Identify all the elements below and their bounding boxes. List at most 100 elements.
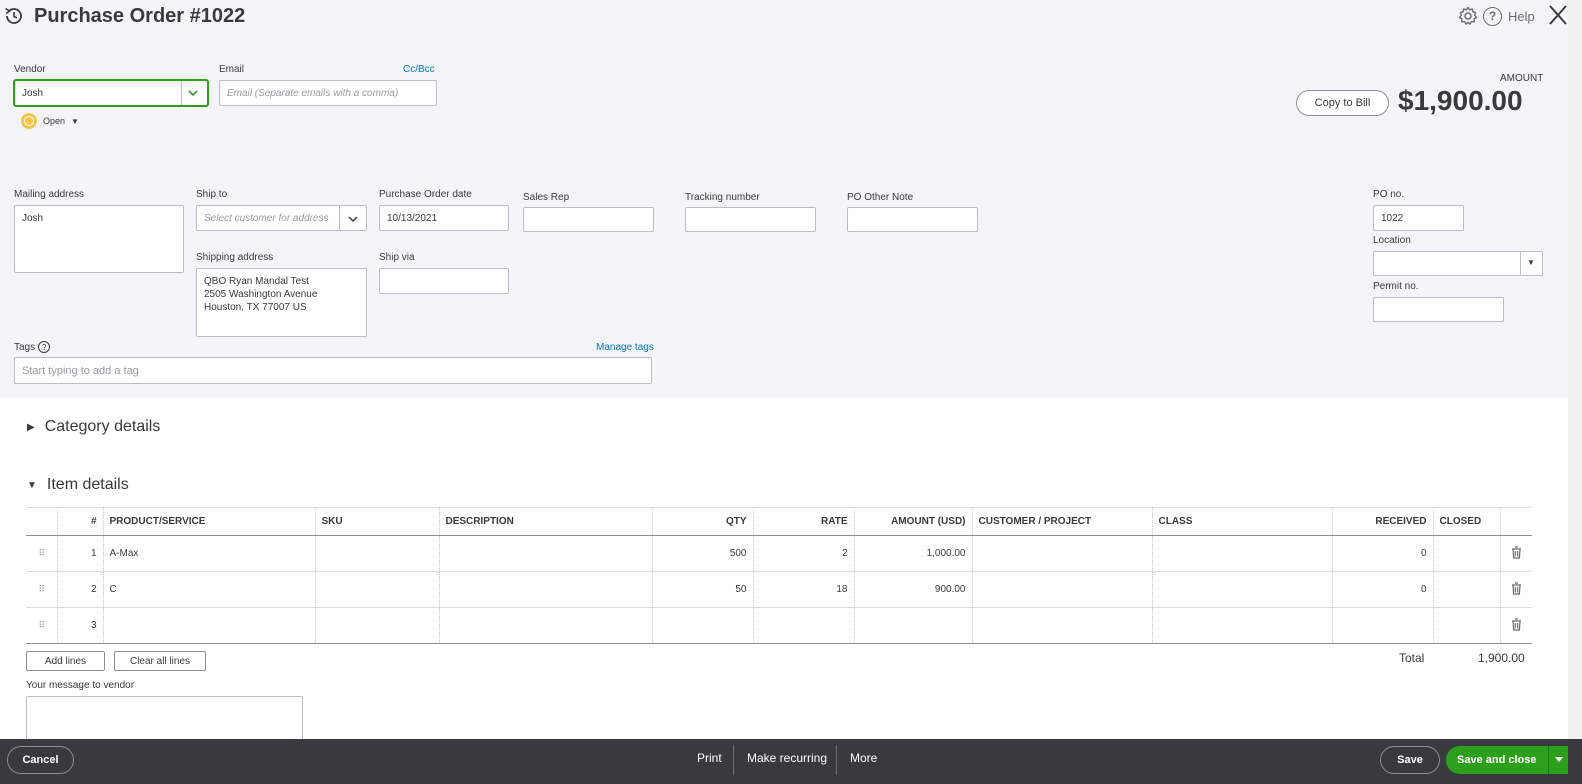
vendor-select[interactable]: Josh (13, 79, 209, 107)
chevron-down-icon[interactable] (187, 88, 199, 98)
manage-tags-link[interactable]: Manage tags (596, 342, 654, 353)
vendor-input[interactable]: Josh (22, 88, 43, 99)
add-lines-button[interactable]: Add lines (26, 651, 105, 671)
row-sku[interactable] (314, 607, 439, 644)
row-sku[interactable] (314, 571, 439, 608)
cc-bcc-link[interactable]: Cc/Bcc (403, 64, 435, 75)
row-product[interactable]: C (102, 571, 315, 608)
trash-icon[interactable] (1499, 571, 1532, 608)
category-details-toggle[interactable]: ▶ Category details (27, 418, 160, 436)
total-value: 1,900.00 (1478, 651, 1525, 665)
mailing-address-value: Josh (22, 213, 44, 224)
table-row[interactable]: ⠿ 1 A-Max 500 2 1,000.00 0 (26, 535, 1532, 572)
caret-down-icon: ▼ (71, 116, 79, 126)
save-options-caret-icon[interactable] (1548, 746, 1568, 774)
row-closed[interactable] (1432, 571, 1500, 608)
po-date-label: Purchase Order date (379, 189, 472, 200)
row-customer[interactable] (971, 607, 1152, 644)
drag-handle-icon[interactable]: ⠿ (26, 535, 57, 572)
row-rate[interactable]: 18 (752, 571, 854, 608)
row-class[interactable] (1151, 535, 1332, 572)
row-closed[interactable] (1432, 535, 1500, 572)
row-description[interactable] (438, 571, 652, 608)
row-amount[interactable] (853, 607, 972, 644)
tags-label-group: Tags ? (14, 341, 51, 353)
po-date-field[interactable]: 10/13/2021 (379, 205, 509, 231)
more-button[interactable]: More (850, 751, 877, 765)
make-recurring-button[interactable]: Make recurring (747, 751, 827, 765)
status-dropdown[interactable]: Open ▼ (21, 113, 79, 129)
row-sku[interactable] (314, 535, 439, 572)
col-number: # (56, 507, 103, 536)
ship-via-field[interactable] (379, 268, 509, 294)
chevron-down-icon[interactable] (347, 214, 359, 224)
tracking-number-field[interactable] (685, 207, 816, 232)
row-description[interactable] (438, 535, 652, 572)
tags-placeholder: Start typing to add a tag (22, 364, 139, 377)
col-closed: CLOSED (1432, 507, 1500, 536)
item-details-toggle[interactable]: ▼ Item details (27, 476, 129, 494)
po-date-value: 10/13/2021 (387, 212, 438, 224)
row-description[interactable] (438, 607, 652, 644)
drag-handle-icon[interactable]: ⠿ (26, 607, 57, 644)
shipping-address-label: Shipping address (196, 252, 274, 263)
po-no-value: 1022 (1381, 212, 1404, 224)
ship-via-label: Ship via (379, 252, 415, 263)
gear-icon[interactable] (1458, 6, 1478, 26)
save-button[interactable]: Save (1380, 746, 1440, 774)
mailing-address-field[interactable]: Josh (14, 205, 184, 273)
ship-to-select[interactable]: Select customer for address (196, 205, 367, 231)
total-label: Total (1399, 651, 1425, 665)
row-class[interactable] (1151, 571, 1332, 608)
drag-handle-icon[interactable]: ⠿ (26, 571, 57, 608)
row-qty[interactable]: 50 (651, 571, 753, 608)
shipping-address-field[interactable]: QBO Ryan Mandal Test 2505 Washington Ave… (196, 268, 367, 337)
copy-to-bill-button[interactable]: Copy to Bill (1296, 90, 1389, 116)
sales-rep-field[interactable] (523, 207, 654, 232)
trash-icon[interactable] (1499, 535, 1532, 572)
help-icon[interactable]: ? (38, 341, 51, 353)
print-button[interactable]: Print (697, 751, 722, 765)
status-open-icon (21, 113, 37, 129)
row-number: 1 (56, 535, 103, 572)
location-select[interactable]: ▼ (1373, 251, 1543, 276)
help-button[interactable]: ? Help (1483, 6, 1535, 26)
footer-divider (733, 745, 734, 775)
row-qty[interactable]: 500 (651, 535, 753, 572)
row-received (1331, 607, 1433, 644)
item-details-label: Item details (46, 476, 129, 493)
col-qty: QTY (651, 507, 753, 536)
row-customer[interactable] (971, 535, 1152, 572)
row-amount[interactable]: 1,000.00 (853, 535, 972, 572)
row-rate[interactable] (752, 607, 854, 644)
tags-input[interactable]: Start typing to add a tag (14, 357, 652, 384)
col-drag (26, 507, 57, 536)
table-row[interactable]: ⠿ 2 C 50 18 900.00 0 (26, 571, 1532, 608)
row-product[interactable]: A-Max (102, 535, 315, 572)
ship-to-placeholder: Select customer for address (204, 212, 329, 224)
row-qty[interactable] (651, 607, 753, 644)
page-title: Purchase Order #1022 (34, 5, 246, 27)
row-amount[interactable]: 900.00 (853, 571, 972, 608)
caret-down-icon[interactable]: ▼ (1527, 258, 1535, 267)
vertical-scrollbar[interactable] (1568, 0, 1582, 745)
row-rate[interactable]: 2 (752, 535, 854, 572)
trash-icon[interactable] (1499, 607, 1532, 644)
row-customer[interactable] (971, 571, 1152, 608)
row-closed[interactable] (1432, 607, 1500, 644)
header-panel (0, 0, 1568, 398)
clear-all-lines-button[interactable]: Clear all lines (114, 651, 206, 671)
email-field[interactable]: Email (Separate emails with a comma) (219, 80, 437, 106)
table-row[interactable]: ⠿ 3 (26, 607, 1532, 644)
close-icon[interactable] (1547, 3, 1569, 27)
po-other-note-field[interactable] (847, 207, 978, 232)
recent-transactions-icon[interactable] (3, 5, 25, 27)
col-delete (1499, 507, 1532, 536)
col-sku: SKU (314, 507, 439, 536)
row-product[interactable] (102, 607, 315, 644)
row-class[interactable] (1151, 607, 1332, 644)
shipping-address-line2: 2505 Washington Avenue (204, 289, 318, 300)
po-no-field[interactable]: 1022 (1373, 205, 1464, 231)
cancel-button[interactable]: Cancel (7, 746, 74, 774)
permit-no-field[interactable] (1373, 297, 1504, 322)
